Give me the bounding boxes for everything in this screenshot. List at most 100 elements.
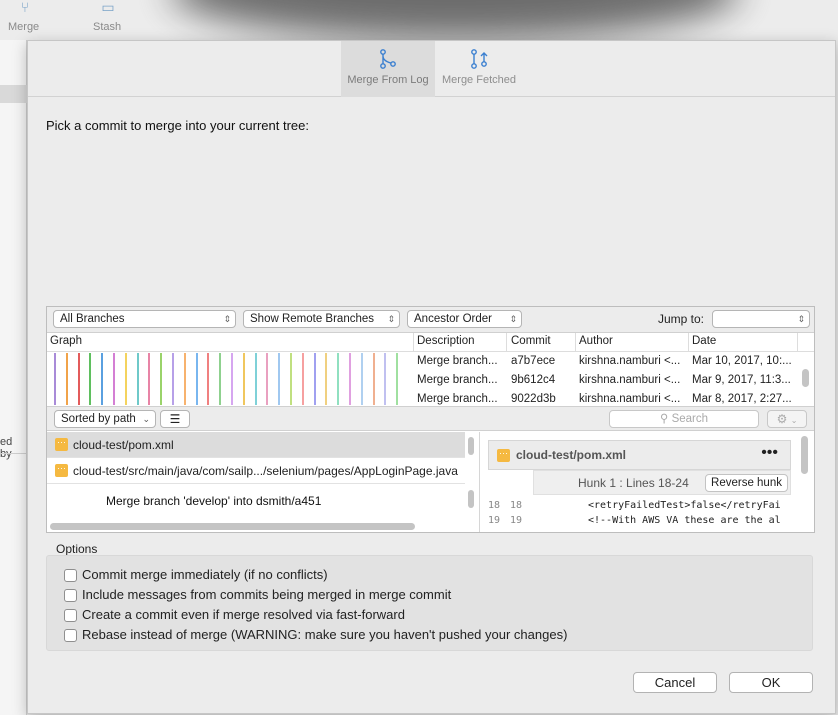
merge-icon: ⑂ [20, 0, 30, 15]
graph-lane [148, 353, 151, 405]
graph-lane [325, 353, 328, 405]
graph-lane [290, 353, 292, 405]
toolbar-stash-button[interactable]: ▭ Stash [88, 0, 128, 33]
graph-lane [266, 353, 269, 405]
stash-icon: ▭ [101, 0, 115, 15]
remote-branches-dropdown[interactable]: Show Remote Branches ⇕ [243, 310, 400, 328]
dropdown-arrows-icon: ⇕ [797, 314, 805, 324]
file-options-button[interactable]: ⚙ ⌄ [767, 410, 807, 428]
scrollbar-thumb[interactable] [468, 437, 474, 455]
column-separator [413, 333, 414, 352]
commit-message: Merge branch 'develop' into dsmith/a451 [106, 494, 322, 508]
checkbox[interactable] [64, 629, 77, 642]
column-separator [575, 333, 576, 352]
column-commit[interactable]: Commit [511, 335, 551, 347]
reverse-hunk-button[interactable]: Reverse hunk [705, 474, 788, 492]
commit-author: kirshna.namburi <... [579, 374, 681, 386]
graph-lane [113, 353, 115, 405]
merge-fetched-icon [471, 49, 488, 69]
sort-dropdown-label: Sorted by path [61, 413, 136, 425]
commit-hash: 9b612c4 [511, 374, 556, 386]
diff-line: 18 18 <retryFailedTest>false</retryFai [488, 498, 791, 513]
diff-line: 19 19 <!--With AWS VA these are the al [488, 513, 791, 528]
file-list-scrollbar[interactable] [468, 435, 474, 508]
commit-row[interactable]: Merge branch... 9b612c4 kirshna.namburi … [417, 372, 797, 391]
commit-description: Merge branch... [417, 374, 498, 386]
list-view-button[interactable]: ☰ [160, 410, 190, 428]
tab-merge-fetched[interactable]: Merge Fetched [435, 41, 523, 97]
graph-lane [101, 353, 104, 405]
merge-sheet: Merge From Log Merge Fetched Pick a comm… [27, 40, 836, 714]
branches-dropdown-value: All Branches [60, 313, 125, 325]
dropdown-arrows-icon: ⇕ [509, 314, 517, 324]
commit-log-panel: All Branches ⇕ Show Remote Branches ⇕ An… [46, 306, 815, 533]
column-date[interactable]: Date [692, 335, 716, 347]
graph-lane [77, 353, 80, 405]
tab-merge-from-log[interactable]: Merge From Log [341, 41, 435, 97]
column-separator [506, 333, 507, 352]
graph-lane [172, 353, 174, 405]
graph-lane [372, 353, 375, 405]
files-toolbar: Sorted by path ⌄ ☰ ⚲ Search ⚙ ⌄ [47, 406, 814, 431]
file-item[interactable]: ··· cloud-test/pom.xml [47, 432, 465, 458]
ok-button[interactable]: OK [729, 672, 813, 693]
graph-lane [360, 353, 363, 405]
graph-lane [65, 353, 68, 405]
cancel-button[interactable]: Cancel [633, 672, 717, 693]
modified-file-icon: ··· [497, 449, 510, 462]
changed-files-list: ··· cloud-test/pom.xml ··· cloud-test/sr… [47, 432, 465, 522]
jump-to-dropdown[interactable]: ⇕ [712, 310, 810, 328]
commit-hash: 9022d3b [511, 393, 556, 405]
order-dropdown[interactable]: Ancestor Order ⇕ [407, 310, 522, 328]
graph-lane [89, 353, 92, 405]
commit-description: Merge branch... [417, 393, 498, 405]
modified-file-icon: ··· [55, 464, 68, 477]
branches-dropdown[interactable]: All Branches ⇕ [53, 310, 236, 328]
graph-lane [254, 353, 257, 405]
column-graph[interactable]: Graph [50, 335, 82, 347]
chevron-down-icon: ⌄ [790, 416, 798, 425]
search-placeholder: Search [671, 413, 709, 425]
commit-date: Mar 8, 2017, 2:27... [692, 393, 792, 405]
new-line-number: 18 [510, 500, 523, 511]
diff-pane: ··· cloud-test/pom.xml ••• Hunk 1 : Line… [479, 432, 814, 532]
checkbox[interactable] [64, 609, 77, 622]
graph-lane [313, 353, 316, 405]
graph-lane [242, 353, 245, 405]
commit-description: Merge branch... [417, 355, 498, 367]
sort-dropdown[interactable]: Sorted by path ⌄ [54, 410, 156, 428]
file-item[interactable]: ··· cloud-test/src/main/java/com/sailp..… [47, 458, 465, 484]
graph-lane [278, 353, 281, 405]
toolbar-merge-button[interactable]: ⑂ Merge [0, 0, 50, 33]
more-icon[interactable]: ••• [761, 444, 778, 462]
commit-row[interactable]: Merge branch... a7b7ece kirshna.namburi … [417, 353, 797, 372]
remote-branches-value: Show Remote Branches [250, 313, 375, 325]
column-author[interactable]: Author [579, 335, 613, 347]
commit-author: kirshna.namburi <... [579, 393, 681, 405]
column-description[interactable]: Description [417, 335, 475, 347]
commit-hash: a7b7ece [511, 355, 556, 367]
checkbox[interactable] [64, 589, 77, 602]
merge-tab-bar: Merge From Log Merge Fetched [28, 41, 835, 97]
sidebar-selected-row [0, 85, 27, 103]
graph-lane [384, 353, 387, 405]
diff-scrollbar[interactable] [801, 436, 808, 474]
file-search-input[interactable]: ⚲ Search [609, 410, 759, 428]
diff-code: <retryFailedTest>false</retryFai [588, 500, 781, 511]
option-label: Create a commit even if merge resolved v… [82, 607, 405, 622]
tab-merge-fetched-label: Merge Fetched [442, 74, 516, 86]
option-label: Commit merge immediately (if no conflict… [82, 567, 328, 582]
file-list-horizontal-scrollbar[interactable] [50, 523, 415, 530]
diff-code: <!--With AWS VA these are the al [588, 515, 781, 526]
checkbox[interactable] [64, 569, 77, 582]
dropdown-arrows-icon: ⇕ [223, 314, 231, 324]
log-scrollbar[interactable] [802, 369, 809, 387]
commit-date: Mar 9, 2017, 11:3... [692, 374, 791, 386]
options-title: Options [56, 542, 98, 556]
list-view-icon: ☰ [169, 412, 181, 426]
background-sidebar: ed by [0, 40, 27, 715]
options-box: Commit merge immediately (if no conflict… [46, 555, 813, 651]
modified-file-icon: ··· [55, 438, 68, 451]
scrollbar-thumb[interactable] [468, 490, 474, 508]
graph-lane [207, 353, 210, 405]
